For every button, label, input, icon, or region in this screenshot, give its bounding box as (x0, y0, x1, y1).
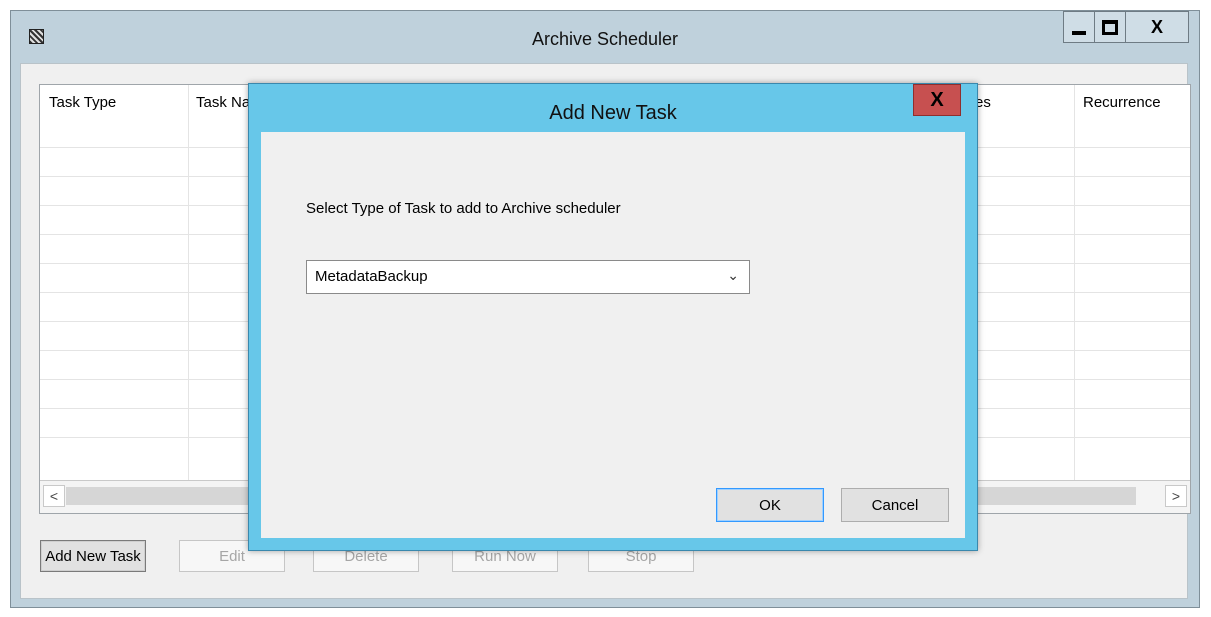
column-task-name[interactable]: Task Na (196, 94, 250, 111)
dialog-close-button[interactable]: X (913, 84, 961, 116)
window-controls: X (1063, 11, 1189, 43)
maximize-icon (1102, 19, 1118, 35)
close-icon: X (1150, 16, 1163, 37)
title-bar[interactable]: Archive Scheduler X (11, 11, 1199, 63)
minimize-button[interactable] (1063, 11, 1095, 43)
scroll-right-button[interactable]: > (1165, 485, 1187, 507)
close-icon: X (930, 88, 944, 111)
maximize-button[interactable] (1094, 11, 1126, 43)
add-new-task-dialog: Add New Task X Select Type of Task to ad… (248, 83, 978, 551)
minimize-icon (1072, 31, 1086, 35)
add-new-task-button[interactable]: Add New Task (40, 540, 146, 572)
dialog-title: Add New Task (549, 102, 677, 124)
dialog-body: Select Type of Task to add to Archive sc… (261, 132, 965, 538)
close-button[interactable]: X (1125, 11, 1189, 43)
task-type-selected-value: MetadataBackup (315, 268, 428, 285)
chevron-down-icon[interactable]: ⌄ (727, 267, 739, 284)
task-type-select[interactable]: MetadataBackup ⌄ (306, 260, 750, 294)
column-task-type[interactable]: Task Type (49, 94, 116, 111)
ok-button[interactable]: OK (716, 488, 824, 522)
column-recurrence[interactable]: Recurrence (1083, 94, 1161, 111)
window-title: Archive Scheduler (531, 29, 679, 49)
scroll-left-button[interactable]: < (43, 485, 65, 507)
cancel-button[interactable]: Cancel (841, 488, 949, 522)
task-type-prompt: Select Type of Task to add to Archive sc… (306, 200, 621, 217)
